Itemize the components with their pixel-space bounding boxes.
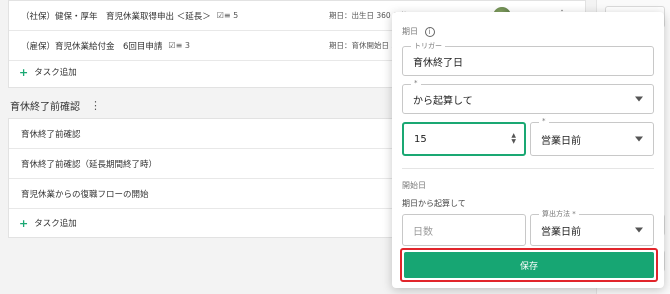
unit-value: 営業日前 <box>541 135 581 147</box>
start-days-input[interactable]: 日数 <box>402 214 526 246</box>
checklist-count: 5 <box>233 11 239 20</box>
start-sub-label: 期日から起算して <box>402 199 466 208</box>
divider <box>402 168 654 169</box>
trigger-value: 育休終了日 <box>413 57 463 69</box>
start-days-placeholder: 日数 <box>413 226 433 238</box>
trigger-field[interactable]: トリガー 育休終了日 <box>402 41 654 76</box>
unit-legend: * <box>539 117 549 125</box>
unit-select[interactable]: * 営業日前 <box>530 117 654 156</box>
due-label-row: 期日 i <box>402 26 435 37</box>
days-value: 15 <box>414 133 427 145</box>
chevron-down-icon <box>635 96 643 102</box>
due-date-popover: 期日 i トリガー 育休終了日 * から起算して 15 ▲ ▼ * 営業日前 開始… <box>392 12 664 288</box>
section-menu-icon[interactable]: ⋮ <box>90 99 101 112</box>
task-title: 育児休業からの復職フローの開始 <box>21 189 149 200</box>
add-task-label: タスク追加 <box>34 68 77 78</box>
chevron-down-icon <box>635 136 643 142</box>
calc-basis-legend: * <box>411 79 421 87</box>
calc-method-value: 営業日前 <box>541 226 581 238</box>
save-button[interactable]: 保存 <box>404 252 654 278</box>
section-title: 育休終了前確認 <box>10 102 80 113</box>
task-title: 育休終了前確認 <box>21 129 81 140</box>
chevron-down-icon <box>635 227 643 233</box>
due-label: 期日 <box>402 27 418 36</box>
save-label: 保存 <box>519 261 538 272</box>
days-number-input[interactable]: 15 ▲ ▼ <box>402 122 526 156</box>
section-header: 育休終了前確認 ⋮ <box>10 98 101 113</box>
add-task-label: タスク追加 <box>34 219 77 229</box>
calc-basis-select[interactable]: * から起算して <box>402 79 654 114</box>
task-title: （雇保）育児休業給付金 6回目申請 <box>21 41 163 52</box>
checklist-icon: ☑≡ 3 <box>168 41 190 50</box>
start-label: 開始日 <box>402 181 426 190</box>
task-title: 育休終了前確認（延長期間終了時） <box>21 159 158 170</box>
checklist-icon: ☑≡ 5 <box>216 11 239 20</box>
calc-basis-value: から起算して <box>413 95 473 107</box>
calc-method-select[interactable]: 算出方法 * 営業日前 <box>530 209 654 246</box>
trigger-legend: トリガー <box>411 41 445 51</box>
info-icon[interactable]: i <box>424 26 435 37</box>
task-title: （社保）健保・厚年 育児休業取得申出 ＜延長＞ <box>21 11 211 22</box>
checklist-count: 3 <box>184 41 190 50</box>
calc-method-legend: 算出方法 * <box>539 209 579 219</box>
plus-icon: + <box>19 65 29 79</box>
plus-icon: + <box>19 216 29 230</box>
save-button-highlight: 保存 <box>400 248 658 282</box>
number-stepper-icon[interactable]: ▲ ▼ <box>511 133 516 145</box>
